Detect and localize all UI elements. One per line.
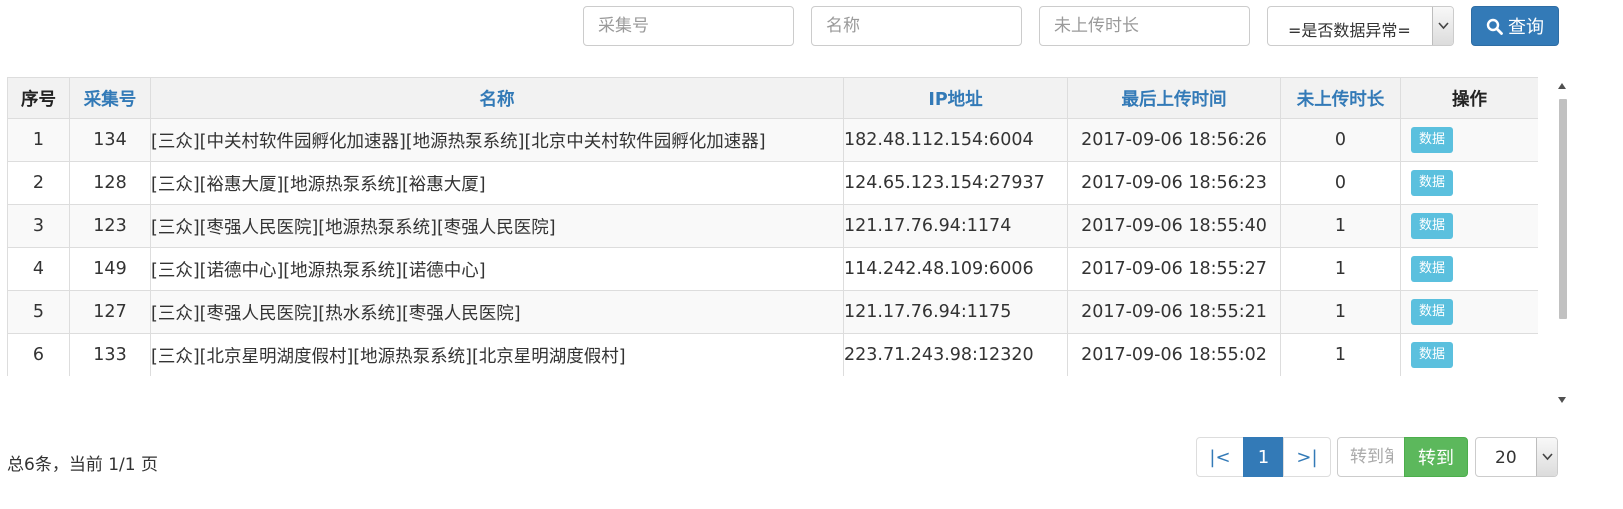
query-button[interactable]: 查询 xyxy=(1471,6,1559,46)
row-ip: 114.242.48.109:6006 xyxy=(843,247,1068,291)
row-ip: 121.17.76.94:1174 xyxy=(843,204,1068,248)
duration-search-input[interactable] xyxy=(1039,6,1250,46)
row-index: 4 xyxy=(7,247,70,291)
row-actions: 数据 xyxy=(1400,247,1538,291)
table-row: 2 128 [三众][裕惠大厦][地源热泵系统][裕惠大厦] 124.65.12… xyxy=(7,161,1538,205)
row-name: [三众][北京星明湖度假村][地源热泵系统][北京星明湖度假村] xyxy=(150,333,844,376)
search-bar: =是否数据异常= 查询 xyxy=(0,6,1623,46)
row-not-uploaded: 0 xyxy=(1280,118,1401,162)
row-actions: 数据 xyxy=(1400,161,1538,205)
row-last-upload: 2017-09-06 18:56:26 xyxy=(1067,118,1281,162)
goto-button[interactable]: 转到 xyxy=(1404,437,1468,477)
page-size-value: 20 xyxy=(1495,448,1517,468)
header-not-uploaded[interactable]: 未上传时长 xyxy=(1280,77,1401,119)
last-page-button[interactable]: >| xyxy=(1283,437,1331,477)
chevron-down-icon xyxy=(1438,22,1449,30)
row-index: 2 xyxy=(7,161,70,205)
row-not-uploaded: 0 xyxy=(1280,161,1401,205)
header-last-upload[interactable]: 最后上传时间 xyxy=(1067,77,1281,119)
data-button[interactable]: 数据 xyxy=(1411,127,1453,153)
header-name[interactable]: 名称 xyxy=(150,77,844,119)
row-last-upload: 2017-09-06 18:55:27 xyxy=(1067,247,1281,291)
row-actions: 数据 xyxy=(1400,204,1538,248)
row-ip: 121.17.76.94:1175 xyxy=(843,290,1068,334)
header-ip[interactable]: IP地址 xyxy=(843,77,1068,119)
anomaly-select[interactable]: =是否数据异常= xyxy=(1267,6,1454,46)
row-name: [三众][枣强人民医院][地源热泵系统][枣强人民医院] xyxy=(150,204,844,248)
row-actions: 数据 xyxy=(1400,290,1538,334)
row-index: 3 xyxy=(7,204,70,248)
page-size-arrow-button[interactable] xyxy=(1536,438,1557,476)
row-code: 127 xyxy=(69,290,151,334)
row-not-uploaded: 1 xyxy=(1280,247,1401,291)
row-code: 123 xyxy=(69,204,151,248)
page-size-select[interactable]: 20 xyxy=(1475,437,1558,477)
goto-page-input[interactable] xyxy=(1337,437,1406,477)
table-row: 6 133 [三众][北京星明湖度假村][地源热泵系统][北京星明湖度假村] 2… xyxy=(7,333,1538,376)
table-row: 1 134 [三众][中关村软件园孵化加速器][地源热泵系统][北京中关村软件园… xyxy=(7,118,1538,162)
row-last-upload: 2017-09-06 18:56:23 xyxy=(1067,161,1281,205)
row-name: [三众][枣强人民医院][热水系统][枣强人民医院] xyxy=(150,290,844,334)
pagination: |< 1 >| xyxy=(1196,437,1331,477)
chevron-down-icon xyxy=(1542,453,1553,461)
row-code: 134 xyxy=(69,118,151,162)
row-code: 128 xyxy=(69,161,151,205)
code-search-input[interactable] xyxy=(583,6,794,46)
row-ip: 182.48.112.154:6004 xyxy=(843,118,1068,162)
row-index: 6 xyxy=(7,333,70,376)
row-index: 1 xyxy=(7,118,70,162)
row-actions: 数据 xyxy=(1400,333,1538,376)
row-ip: 124.65.123.154:27937 xyxy=(843,161,1068,205)
row-not-uploaded: 1 xyxy=(1280,290,1401,334)
row-code: 133 xyxy=(69,333,151,376)
triangle-up-icon[interactable] xyxy=(1558,83,1566,89)
header-index: 序号 xyxy=(7,77,70,119)
row-last-upload: 2017-09-06 18:55:40 xyxy=(1067,204,1281,248)
row-last-upload: 2017-09-06 18:55:02 xyxy=(1067,333,1281,376)
data-table-container: 序号 采集号 名称 IP地址 最后上传时间 未上传时长 操作 1 134 [三众… xyxy=(7,77,1538,376)
data-button[interactable]: 数据 xyxy=(1411,256,1453,282)
data-button[interactable]: 数据 xyxy=(1411,170,1453,196)
row-code: 149 xyxy=(69,247,151,291)
table-row: 5 127 [三众][枣强人民医院][热水系统][枣强人民医院] 121.17.… xyxy=(7,290,1538,334)
name-search-input[interactable] xyxy=(811,6,1022,46)
row-ip: 223.71.243.98:12320 xyxy=(843,333,1068,376)
table-row: 4 149 [三众][诺德中心][地源热泵系统][诺德中心] 114.242.4… xyxy=(7,247,1538,291)
anomaly-select-value: =是否数据异常= xyxy=(1288,21,1411,40)
triangle-down-icon[interactable] xyxy=(1558,397,1566,403)
header-code[interactable]: 采集号 xyxy=(69,77,151,119)
row-index: 5 xyxy=(7,290,70,334)
row-name: [三众][诺德中心][地源热泵系统][诺德中心] xyxy=(150,247,844,291)
scrollbar-thumb[interactable] xyxy=(1559,99,1567,319)
table-row: 3 123 [三众][枣强人民医院][地源热泵系统][枣强人民医院] 121.1… xyxy=(7,204,1538,248)
data-button[interactable]: 数据 xyxy=(1411,213,1453,239)
row-name: [三众][裕惠大厦][地源热泵系统][裕惠大厦] xyxy=(150,161,844,205)
current-page-button[interactable]: 1 xyxy=(1243,437,1284,477)
row-last-upload: 2017-09-06 18:55:21 xyxy=(1067,290,1281,334)
pagination-summary: 总6条，当前 1/1 页 xyxy=(7,455,158,475)
row-name: [三众][中关村软件园孵化加速器][地源热泵系统][北京中关村软件园孵化加速器] xyxy=(150,118,844,162)
search-icon xyxy=(1486,18,1503,35)
row-not-uploaded: 1 xyxy=(1280,204,1401,248)
vertical-scrollbar[interactable] xyxy=(1555,77,1569,412)
row-actions: 数据 xyxy=(1400,118,1538,162)
table-header-row: 序号 采集号 名称 IP地址 最后上传时间 未上传时长 操作 xyxy=(7,77,1538,119)
data-button[interactable]: 数据 xyxy=(1411,299,1453,325)
row-not-uploaded: 1 xyxy=(1280,333,1401,376)
header-actions: 操作 xyxy=(1400,77,1538,119)
select-arrow-button[interactable] xyxy=(1432,7,1453,45)
first-page-button[interactable]: |< xyxy=(1196,437,1244,477)
data-button[interactable]: 数据 xyxy=(1411,342,1453,368)
data-table: 序号 采集号 名称 IP地址 最后上传时间 未上传时长 操作 1 134 [三众… xyxy=(7,77,1538,376)
query-button-label: 查询 xyxy=(1508,17,1544,38)
